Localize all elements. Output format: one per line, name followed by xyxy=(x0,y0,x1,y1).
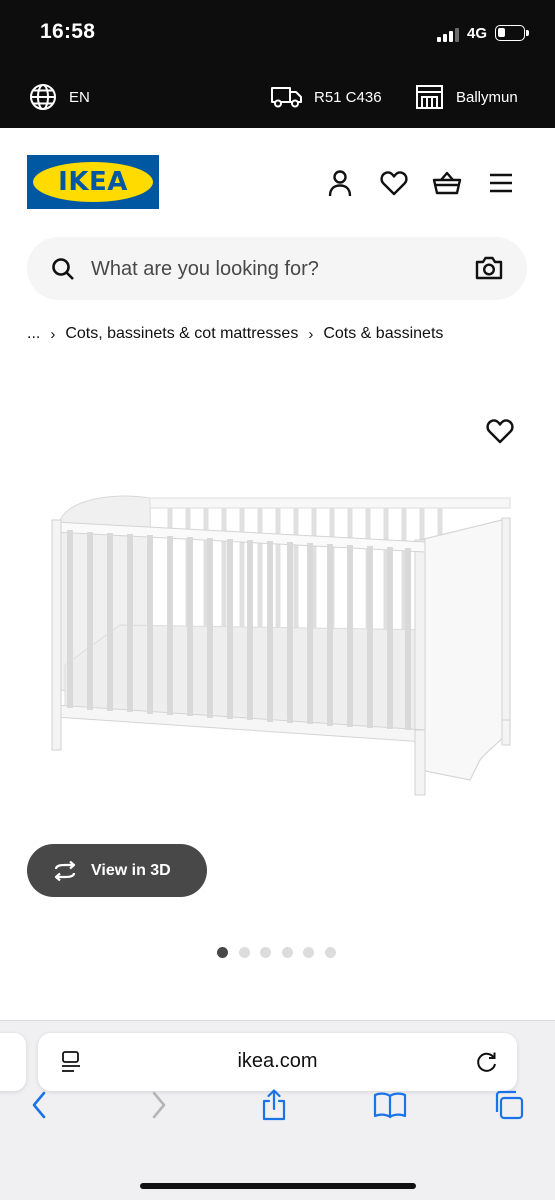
carousel-dot[interactable] xyxy=(281,947,293,958)
address-bar[interactable]: ikea.com xyxy=(38,1033,517,1091)
search-icon xyxy=(52,258,74,280)
carousel-dot[interactable] xyxy=(324,947,336,958)
carousel-dot[interactable] xyxy=(260,947,271,958)
logo-text: IKEA xyxy=(58,167,128,197)
store-name: Ballymun xyxy=(456,88,518,106)
breadcrumb-item[interactable]: Cots & bassinets xyxy=(323,325,443,343)
search-bar[interactable] xyxy=(27,237,527,300)
ikea-logo[interactable]: IKEA xyxy=(27,155,159,209)
menu-button[interactable] xyxy=(486,168,516,198)
heart-icon xyxy=(380,171,408,196)
account-button[interactable] xyxy=(325,168,355,198)
view-in-3d-button[interactable]: View in 3D xyxy=(27,844,207,897)
battery-icon xyxy=(495,25,529,41)
hamburger-menu-icon xyxy=(490,173,512,193)
rotate-3d-icon xyxy=(54,860,76,881)
chevron-right-icon: › xyxy=(50,325,56,343)
store-icon xyxy=(416,85,443,109)
forward-button[interactable] xyxy=(142,1088,176,1122)
search-input[interactable] xyxy=(91,249,461,289)
network-type: 4G xyxy=(467,25,488,42)
bookmarks-button[interactable] xyxy=(373,1088,407,1122)
home-indicator xyxy=(140,1183,416,1189)
carousel-dot[interactable] xyxy=(238,947,250,958)
delivery-location[interactable]: R51 C436 xyxy=(271,66,382,128)
share-icon xyxy=(262,1089,286,1121)
delivery-truck-icon xyxy=(271,87,302,108)
language-label: EN xyxy=(69,88,90,106)
back-button[interactable] xyxy=(22,1088,56,1122)
status-time: 16:58 xyxy=(40,20,96,43)
favourites-button[interactable] xyxy=(379,168,409,198)
chevron-left-icon xyxy=(32,1091,46,1119)
share-button[interactable] xyxy=(257,1088,291,1122)
globe-icon xyxy=(30,84,56,110)
previous-tab-preview[interactable] xyxy=(0,1033,26,1091)
view-in-3d-label: View in 3D xyxy=(91,861,171,879)
tabs-button[interactable] xyxy=(492,1088,526,1122)
reload-icon[interactable] xyxy=(475,1049,499,1075)
image-carousel-indicator xyxy=(217,947,346,958)
chevron-right-icon xyxy=(152,1091,166,1119)
signal-icon xyxy=(437,28,463,42)
chevron-right-icon: › xyxy=(308,325,314,343)
basket-icon xyxy=(432,171,462,195)
book-icon xyxy=(373,1092,407,1119)
carousel-dot[interactable] xyxy=(217,947,228,958)
basket-button[interactable] xyxy=(432,168,462,198)
store-selector[interactable]: Ballymun xyxy=(415,66,518,128)
breadcrumb-item[interactable]: Cots, bassinets & cot mattresses xyxy=(65,325,298,343)
language-selector[interactable]: EN xyxy=(29,66,90,128)
carousel-dot[interactable] xyxy=(303,947,314,958)
person-icon xyxy=(328,170,352,197)
breadcrumb: ... › Cots, bassinets & cot mattresses ›… xyxy=(27,322,443,346)
product-image-crib[interactable] xyxy=(40,480,520,810)
status-bar: 16:58 4G xyxy=(0,0,555,66)
url-text: ikea.com xyxy=(237,1050,318,1072)
breadcrumb-ellipsis[interactable]: ... xyxy=(27,325,40,343)
heart-icon xyxy=(486,419,514,444)
locale-bar: EN R51 C436 Ballymun xyxy=(0,66,555,128)
add-to-wishlist-button[interactable] xyxy=(486,418,514,446)
delivery-code: R51 C436 xyxy=(314,88,382,106)
tabs-icon xyxy=(495,1090,524,1120)
camera-search-icon[interactable] xyxy=(475,255,503,281)
